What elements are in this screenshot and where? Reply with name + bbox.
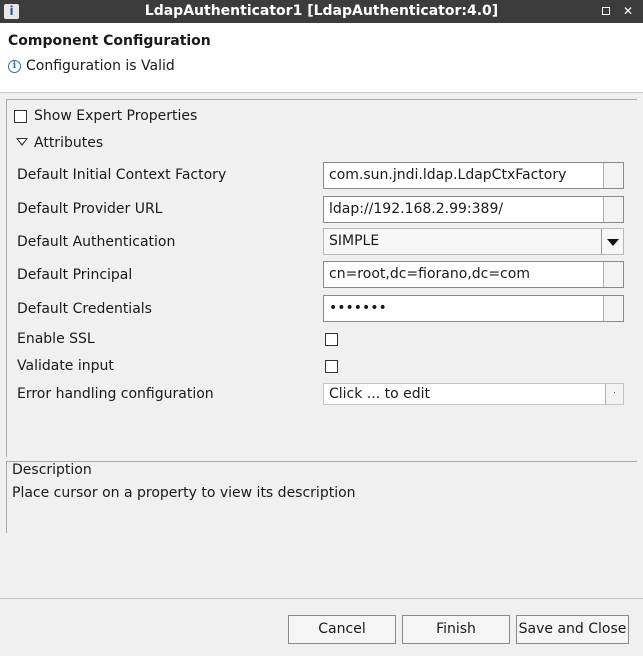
enable-ssl-checkbox[interactable] [325, 333, 338, 346]
credentials-field[interactable]: ••••••• [323, 295, 624, 322]
validate-input-checkbox[interactable] [325, 360, 338, 373]
edit-button[interactable] [603, 296, 623, 321]
description-panel: Description Place cursor on a property t… [6, 461, 637, 533]
property-label-validate-input: Validate input [17, 358, 114, 374]
attributes-group-label[interactable]: Attributes [34, 135, 103, 151]
property-label-principal: Default Principal [17, 267, 133, 283]
show-expert-checkbox[interactable] [14, 110, 27, 123]
cancel-button[interactable]: Cancel [288, 615, 396, 644]
error-handling-field[interactable]: Click ... to edit . [323, 383, 624, 405]
edit-button[interactable] [603, 262, 623, 287]
minimize-icon [602, 7, 610, 15]
principal-field[interactable]: cn=root,dc=fiorano,dc=com [323, 261, 624, 288]
collapse-triangle-icon[interactable] [16, 138, 28, 146]
close-icon: ✕ [622, 4, 634, 18]
initial-context-factory-value: com.sun.jndi.ldap.LdapCtxFactory [329, 167, 567, 183]
description-title: Description [12, 462, 92, 478]
dialog-header: Component Configuration i Configuration … [0, 23, 643, 93]
dropdown-arrow-icon[interactable] [601, 229, 623, 254]
show-expert-label: Show Expert Properties [34, 108, 198, 124]
close-button[interactable]: ✕ [621, 3, 635, 19]
info-icon: i [8, 60, 21, 73]
provider-url-field[interactable]: ldap://192.168.2.99:389/ [323, 196, 624, 223]
property-label-credentials: Default Credentials [17, 301, 152, 317]
property-label-provider-url: Default Provider URL [17, 201, 163, 217]
initial-context-factory-field[interactable]: com.sun.jndi.ldap.LdapCtxFactory [323, 162, 624, 189]
edit-button[interactable] [603, 163, 623, 188]
edit-button[interactable] [603, 197, 623, 222]
property-label-initial-context-factory: Default Initial Context Factory [17, 167, 227, 183]
authentication-select[interactable]: SIMPLE [323, 228, 624, 255]
save-and-close-button[interactable]: Save and Close [516, 615, 629, 644]
error-handling-value: Click ... to edit [329, 386, 430, 402]
credentials-value: ••••••• [329, 300, 387, 316]
minimize-button[interactable] [599, 3, 613, 19]
finish-button[interactable]: Finish [402, 615, 510, 644]
principal-value: cn=root,dc=fiorano,dc=com [329, 266, 530, 282]
page-title: Component Configuration [8, 33, 211, 49]
authentication-value: SIMPLE [329, 233, 380, 249]
description-text: Place cursor on a property to view its d… [12, 485, 356, 501]
property-label-authentication: Default Authentication [17, 234, 176, 250]
property-label-error-handling: Error handling configuration [17, 386, 214, 402]
divider [0, 598, 643, 599]
window-title: LdapAuthenticator1 [LdapAuthenticator:4.… [144, 3, 499, 19]
validation-status: Configuration is Valid [26, 58, 175, 74]
provider-url-value: ldap://192.168.2.99:389/ [329, 201, 504, 217]
property-label-enable-ssl: Enable SSL [17, 331, 95, 347]
window-titlebar: i LdapAuthenticator1 [LdapAuthenticator:… [0, 0, 643, 23]
edit-button[interactable]: . [605, 384, 623, 404]
